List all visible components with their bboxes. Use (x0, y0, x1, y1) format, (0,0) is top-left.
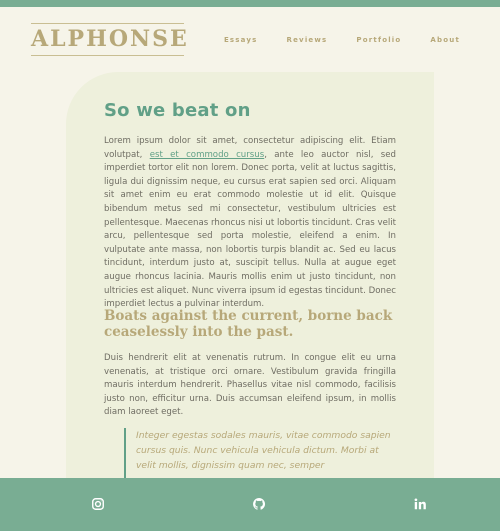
article-title: So we beat on (104, 100, 251, 121)
nav-item-about[interactable]: About (430, 36, 460, 44)
main-nav: Essays Reviews Portfolio About (195, 36, 460, 44)
paragraph-text: , ante leo auctor nisl, sed imperdiet to… (104, 149, 396, 310)
linkedin-icon[interactable] (406, 490, 434, 518)
nav-item-reviews[interactable]: Reviews (287, 36, 328, 44)
inline-link[interactable]: est et commodo cursus (150, 150, 265, 160)
article-paragraph-1: Lorem ipsum dolor sit amet, consectetur … (104, 135, 396, 312)
article-subtitle: Boats against the current, borne back ce… (104, 308, 393, 340)
logo[interactable]: ALPHONSE (31, 23, 189, 56)
nav-item-portfolio[interactable]: Portfolio (356, 36, 401, 44)
article-paragraph-2: Duis hendrerit elit at venenatis rutrum.… (104, 353, 396, 418)
instagram-icon[interactable] (84, 490, 112, 518)
github-icon[interactable] (245, 490, 273, 518)
top-accent-bar (0, 0, 500, 7)
logo-text: ALPHONSE (31, 26, 189, 52)
nav-item-essays[interactable]: Essays (224, 36, 258, 44)
footer (0, 478, 500, 531)
